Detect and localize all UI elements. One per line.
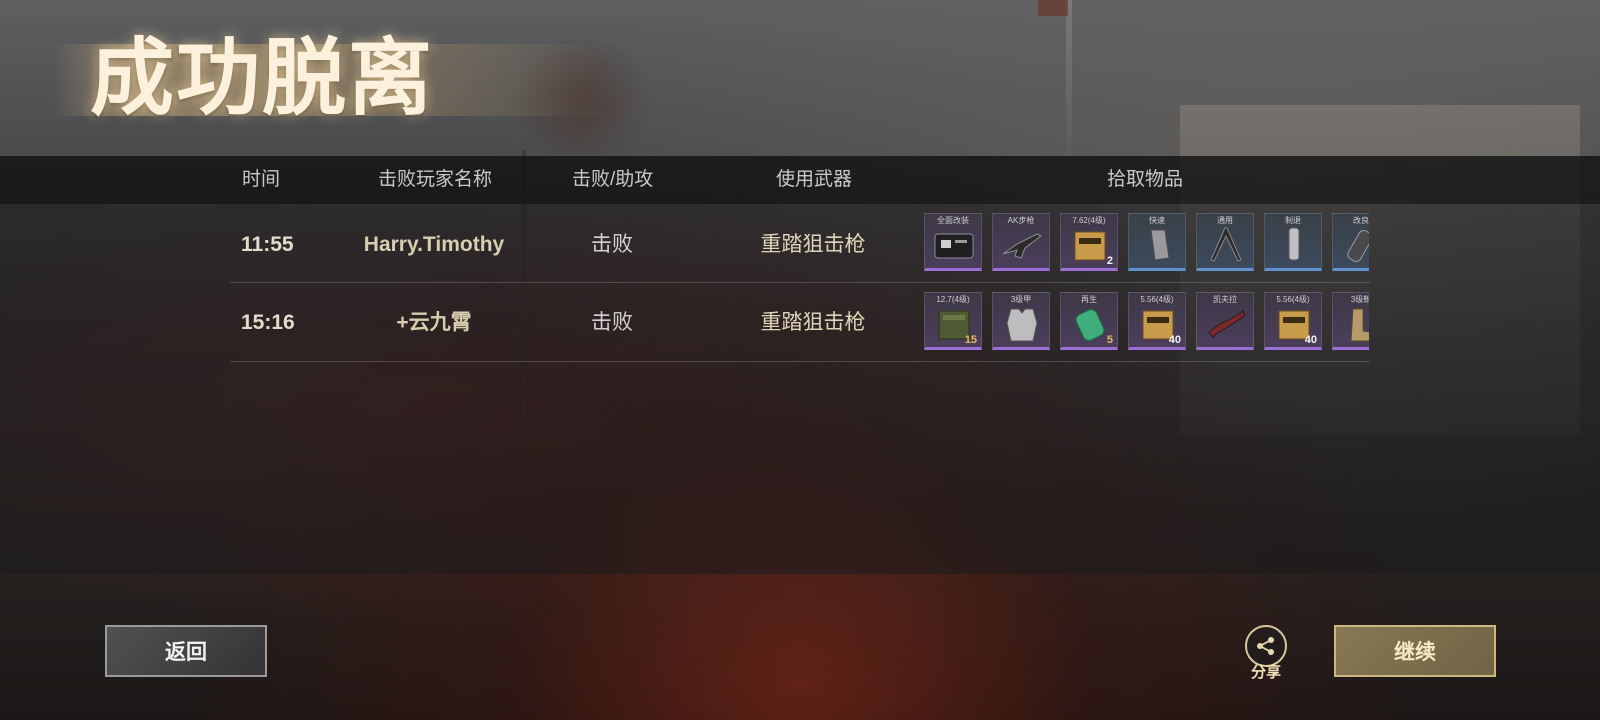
case-icon <box>934 233 974 259</box>
row-time: 15:16 <box>241 311 295 334</box>
loot-item[interactable]: 制退 <box>1264 213 1322 271</box>
share-label: 分享 <box>1250 664 1281 681</box>
row-divider <box>230 361 1370 362</box>
magazine-icon <box>1150 229 1170 261</box>
column-header-weapon: 使用武器 <box>776 169 853 190</box>
loot-item[interactable]: 凯夫拉 <box>1196 292 1254 350</box>
rifle-icon <box>1002 233 1042 259</box>
suppressor-icon <box>1347 229 1369 263</box>
row-result: 击败 <box>591 233 633 256</box>
row-result: 击败 <box>591 311 633 334</box>
column-header-time: 时间 <box>242 169 281 190</box>
page-title: 成功脱离 <box>90 29 435 127</box>
armor-vest-icon <box>1006 308 1038 342</box>
column-header-player: 击败玩家名称 <box>378 169 493 190</box>
share-button[interactable]: 分享 <box>1244 625 1288 681</box>
loot-item-count: 15 <box>964 334 977 346</box>
loot-item-count: 5 <box>1106 334 1113 346</box>
row-player-name: Harry.Timothy <box>363 233 505 256</box>
loot-item-count: 2 <box>1106 255 1113 267</box>
loot-items: 全面改装 AK步枪 7.62(4级) 2 快速 通用 制退 改良 <box>924 213 1369 273</box>
back-button[interactable]: 返回 <box>105 625 267 677</box>
loot-item[interactable]: 12.7(4级) 15 <box>924 292 982 350</box>
loot-item[interactable]: 7.62(4级) 2 <box>1060 213 1118 271</box>
loot-item[interactable]: 3级靴 <box>1332 292 1369 350</box>
loot-item[interactable]: 通用 <box>1196 213 1254 271</box>
loot-item[interactable]: AK步枪 <box>992 213 1050 271</box>
loot-item[interactable]: 改良 <box>1332 213 1369 271</box>
loot-item-count: 40 <box>1304 334 1317 346</box>
loot-item-count: 40 <box>1168 334 1181 346</box>
loot-item[interactable]: 5.56(4级) 40 <box>1264 292 1322 350</box>
title-banner: 成功脱离 <box>52 30 612 126</box>
loot-item[interactable]: 再生 5 <box>1060 292 1118 350</box>
row-weapon: 重踏狙击枪 <box>760 233 866 256</box>
boots-icon <box>1350 308 1369 342</box>
loot-item[interactable]: 快速 <box>1128 213 1186 271</box>
bipod-icon <box>1210 227 1242 262</box>
column-header-loot: 拾取物品 <box>1107 169 1184 190</box>
row-time: 11:55 <box>241 233 294 256</box>
loot-items: 12.7(4级) 15 3级甲 再生 5 5.56(4级) 40 凯夫拉 5.56(4级) 40 3… <box>924 292 1369 352</box>
kevlar-icon <box>1208 310 1246 338</box>
loot-item[interactable]: 5.56(4级) 40 <box>1128 292 1186 350</box>
continue-button[interactable]: 继续 <box>1334 625 1496 677</box>
column-header-result: 击败/助攻 <box>572 169 654 190</box>
loot-item[interactable]: 3级甲 <box>992 292 1050 350</box>
row-weapon: 重踏狙击枪 <box>760 311 866 334</box>
background-flag <box>1038 0 1068 16</box>
row-divider <box>230 282 1370 283</box>
loot-item[interactable]: 全面改装 <box>924 213 982 271</box>
row-player-name: +云九霄 <box>396 311 472 334</box>
muzzle-icon <box>1288 227 1300 261</box>
background-flagpole <box>1066 0 1072 170</box>
